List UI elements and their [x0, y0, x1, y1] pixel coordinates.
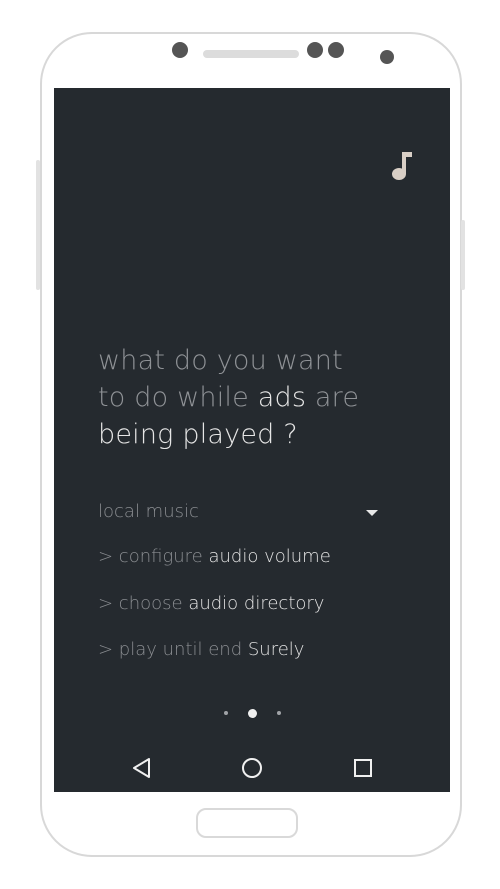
phone-side-button: [461, 220, 465, 290]
headline-line-2: to do while ads are: [98, 379, 359, 416]
page-indicator: [54, 708, 450, 718]
option-value: Surely: [247, 639, 305, 660]
option-choose-audio-directory[interactable]: > choose audio directory: [98, 593, 324, 614]
home-icon: [242, 758, 262, 778]
home-button[interactable]: [236, 752, 268, 784]
camera-icon: [380, 50, 394, 64]
headline-line-1: what do you want: [98, 345, 343, 376]
headline-line-3: being played ?: [98, 419, 298, 450]
option-value: audio volume: [208, 546, 331, 567]
page-dot-3[interactable]: [277, 711, 281, 715]
recents-icon: [354, 759, 372, 777]
page-dot-1[interactable]: [224, 711, 228, 715]
sensor-icon: [328, 42, 344, 58]
android-navigation-bar: [54, 744, 450, 792]
recents-button[interactable]: [347, 752, 379, 784]
option-play-until-end[interactable]: > play until end Surely: [98, 639, 304, 660]
headline-highlight-ads: ads: [257, 382, 307, 413]
option-configure-audio-volume[interactable]: > configure audio volume: [98, 546, 331, 567]
headline-text: to do while: [98, 382, 258, 413]
headline-text: are: [306, 382, 360, 413]
sensor-icon: [307, 42, 323, 58]
music-source-dropdown[interactable]: local music: [98, 501, 378, 527]
music-note-icon[interactable]: [390, 150, 416, 182]
option-value: audio directory: [188, 593, 325, 614]
option-prefix: > configure: [98, 546, 209, 567]
back-icon: [133, 758, 150, 778]
front-camera-icon: [172, 42, 188, 58]
dropdown-arrow-icon: [366, 510, 378, 516]
earpiece-speaker: [203, 50, 299, 58]
phone-home-button: [196, 808, 298, 838]
app-screen: what do you want to do while ads are bei…: [54, 88, 450, 792]
page-dot-2-active[interactable]: [248, 709, 257, 718]
option-prefix: > choose: [98, 593, 189, 614]
headline: what do you want to do while ads are bei…: [98, 342, 359, 453]
option-prefix: > play until end: [98, 639, 248, 660]
back-button[interactable]: [126, 752, 158, 784]
dropdown-selected-value: local music: [98, 501, 199, 522]
phone-side-button: [36, 160, 40, 290]
